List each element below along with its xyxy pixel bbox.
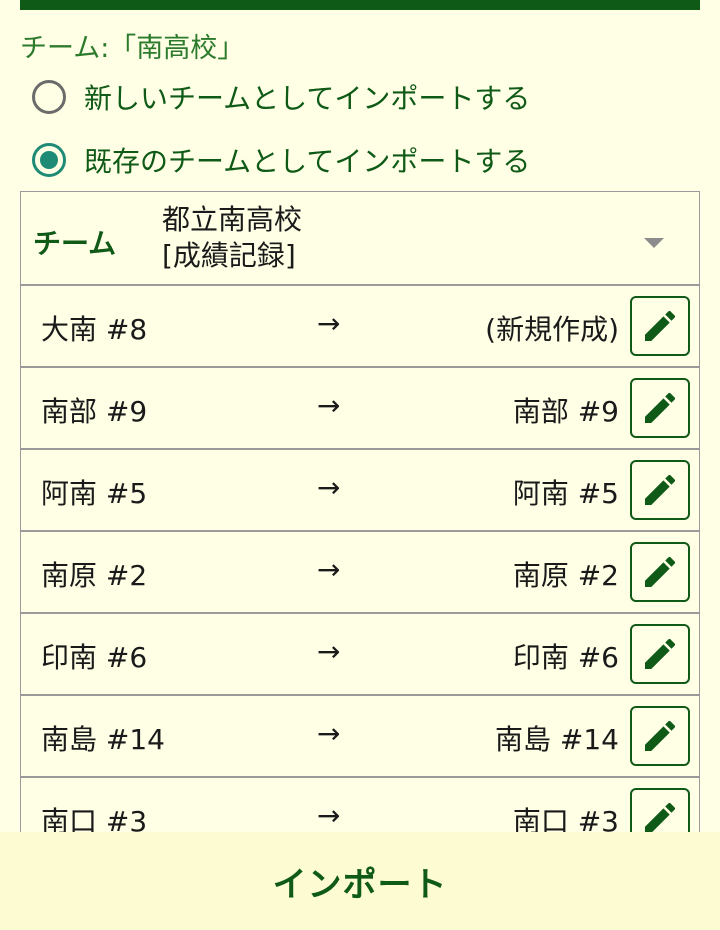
source-player: 印南 #6 [41,641,148,674]
edit-button[interactable] [630,378,690,438]
source-player: 南島 #14 [41,723,165,756]
edit-button[interactable] [630,296,690,356]
radio-button-checked[interactable] [32,143,66,177]
radio-new-team[interactable]: 新しいチームとしてインポートする [32,76,530,118]
target-player: 印南 #6 [512,641,619,674]
table-row: 南島 #14 → 南島 #14 [20,696,700,778]
edit-button[interactable] [630,624,690,684]
team-select-label: チーム [33,227,117,260]
radio-button-unchecked[interactable] [32,80,66,114]
import-button-label: インポート [272,864,448,905]
top-header-bar [20,0,700,10]
target-player: (新規作成) [485,313,619,346]
caret-down-icon [644,238,664,248]
arrow-icon: → [317,389,341,422]
source-player: 南原 #2 [41,559,148,592]
edit-button[interactable] [630,460,690,520]
arrow-icon: → [317,307,341,340]
target-player: 阿南 #5 [512,477,619,510]
team-select-dropdown[interactable]: 都立南高校 [成績記録] [162,202,700,278]
target-player: 南島 #14 [495,723,619,756]
target-player: 南原 #2 [512,559,619,592]
source-player: 大南 #8 [41,313,148,346]
team-select-row: チーム 都立南高校 [成績記録] [20,192,700,286]
pencil-icon [645,638,676,669]
table-row: 南部 #9 → 南部 #9 [20,368,700,450]
edit-button[interactable] [630,706,690,766]
pencil-icon [645,392,676,423]
pencil-icon [645,310,676,341]
import-button[interactable]: インポート [0,832,720,930]
table-row: 阿南 #5 → 阿南 #5 [20,450,700,532]
pencil-icon [645,556,676,587]
source-player: 阿南 #5 [41,477,148,510]
player-mapping-table: チーム 都立南高校 [成績記録] 大南 #8 → (新規作成) 南部 #9 → … [20,191,700,860]
edit-button[interactable] [630,542,690,602]
source-player: 南部 #9 [41,395,148,428]
radio-existing-team[interactable]: 既存のチームとしてインポートする [32,139,530,181]
arrow-icon: → [317,553,341,586]
arrow-icon: → [317,471,341,504]
pencil-icon [645,474,676,505]
target-player: 南部 #9 [512,395,619,428]
section-title: チーム:「南高校」 [20,33,245,64]
arrow-icon: → [317,635,341,668]
radio-label-existing-team: 既存のチームとしてインポートする [84,145,531,178]
arrow-icon: → [317,717,341,750]
radio-label-new-team: 新しいチームとしてインポートする [84,82,531,115]
team-select-value: 都立南高校 [成績記録] [162,203,303,272]
table-row: 印南 #6 → 印南 #6 [20,614,700,696]
pencil-icon [645,720,676,751]
arrow-icon: → [317,799,341,832]
table-row: 大南 #8 → (新規作成) [20,286,700,368]
table-row: 南原 #2 → 南原 #2 [20,532,700,614]
